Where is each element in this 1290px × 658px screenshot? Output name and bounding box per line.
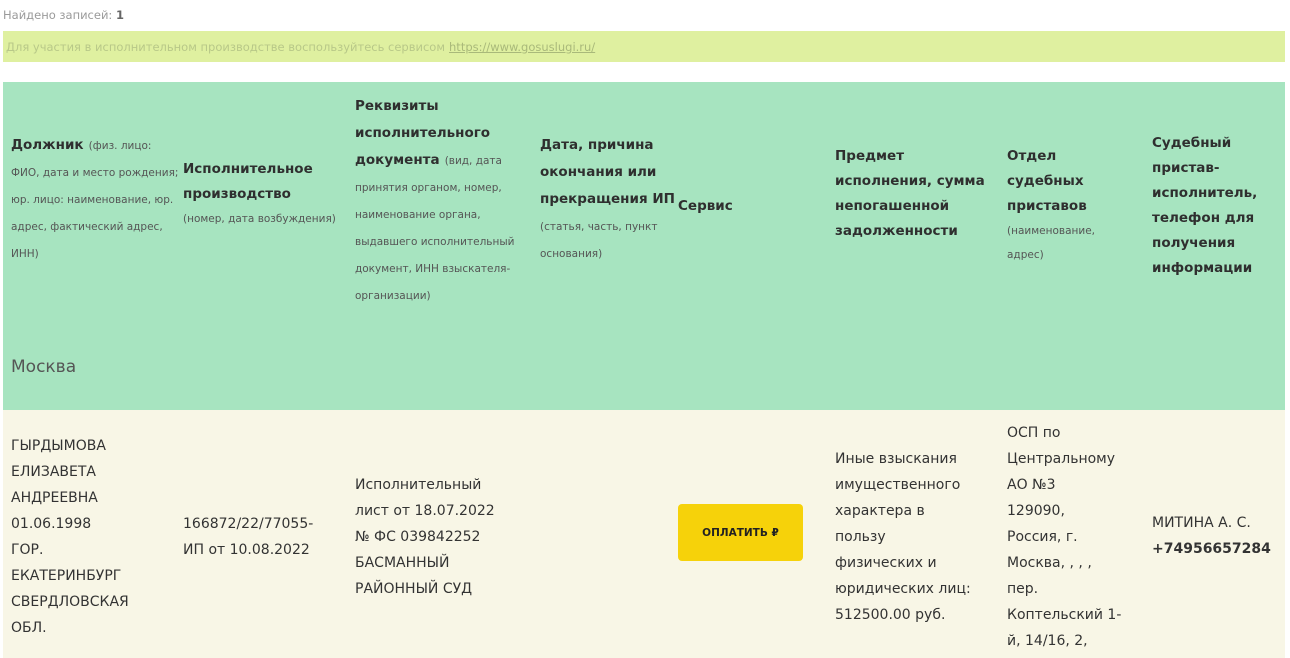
- debtor-line: ГЫРДЫМОВА: [11, 438, 106, 454]
- header-proceeding: Исполнительное производство (номер, дата…: [183, 157, 343, 231]
- document-line: Исполнительный: [355, 477, 482, 493]
- subject-line: характера в: [835, 503, 925, 519]
- document-cell: Исполнительный лист от 18.07.2022 № ФС 0…: [355, 472, 530, 602]
- department-line: АО №3: [1007, 477, 1056, 493]
- header-debtor-sub: (физ. лицо: ФИО, дата и место рождения; …: [11, 140, 179, 260]
- document-line: РАЙОННЫЙ СУД: [355, 581, 473, 597]
- header-end: Дата, причина окончания или прекращения …: [540, 131, 675, 266]
- header-debtor: Должник (физ. лицо: ФИО, дата и место ро…: [11, 131, 181, 266]
- subject-line: Иные взыскания: [835, 451, 957, 467]
- region-label: Москва: [11, 357, 77, 377]
- debtor-cell: ГЫРДЫМОВА ЕЛИЗАВЕТА АНДРЕЕВНА 01.06.1998…: [11, 433, 171, 641]
- subject-line: пользу: [835, 529, 886, 545]
- found-count: 1: [115, 8, 124, 22]
- subject-line: имущественного: [835, 477, 961, 493]
- document-line: № ФС 039842252: [355, 529, 481, 545]
- subject-line: физических и: [835, 555, 937, 571]
- header-proceeding-title: Исполнительное производство: [183, 161, 313, 202]
- debtor-line: ГОР.: [11, 542, 44, 558]
- header-service: Сервис: [678, 198, 733, 214]
- header-department: Отдел судебных приставов (наименование, …: [1007, 144, 1127, 267]
- header-end-sub: (статья, часть, пункт основания): [540, 221, 658, 260]
- gosuslugi-notice: Для участия в исполнительном производств…: [3, 31, 1285, 62]
- header-bailiff: Судебный пристав-исполнитель, телефон дл…: [1152, 135, 1258, 276]
- department-line: Россия, г.: [1007, 529, 1078, 545]
- debtor-line: ОБЛ.: [11, 620, 47, 636]
- gosuslugi-link[interactable]: https://www.gosuslugi.ru/: [449, 40, 595, 54]
- header-document: Реквизиты исполнительного документа (вид…: [355, 92, 535, 308]
- header-document-sub: (вид, дата принятия органом, номер, наим…: [355, 155, 515, 302]
- department-line: ОСП по: [1007, 425, 1061, 441]
- department-line: Москва, , , ,: [1007, 555, 1092, 571]
- header-department-sub: (наименование, адрес): [1007, 225, 1095, 261]
- debtor-line: СВЕРДЛОВСКАЯ: [11, 594, 129, 610]
- bailiff-cell: МИТИНА А. С. +74956657284: [1152, 510, 1287, 562]
- document-line: БАСМАННЫЙ: [355, 555, 450, 571]
- proceeding-cell: 166872/22/77055- ИП от 10.08.2022: [183, 511, 348, 563]
- department-line: пер.: [1007, 581, 1039, 597]
- found-count-text: Найдено записей: 1: [3, 8, 124, 22]
- debtor-line: ЕЛИЗАВЕТА: [11, 464, 96, 480]
- proceeding-number: 166872/22/77055-: [183, 516, 314, 532]
- department-line: Центральному: [1007, 451, 1116, 467]
- subject-cell: Иные взыскания имущественного характера …: [835, 446, 1000, 628]
- header-end-title: Дата, причина окончания или прекращения …: [540, 137, 675, 207]
- debtor-line: 01.06.1998: [11, 516, 92, 532]
- notice-text: Для участия в исполнительном производств…: [6, 39, 446, 54]
- pay-button[interactable]: ОПЛАТИТЬ ₽: [678, 504, 803, 561]
- header-department-title: Отдел судебных приставов: [1007, 148, 1087, 214]
- debtor-line: ЕКАТЕРИНБУРГ: [11, 568, 122, 584]
- debtor-line: АНДРЕЕВНА: [11, 490, 98, 506]
- proceeding-date: ИП от 10.08.2022: [183, 542, 310, 558]
- document-line: лист от 18.07.2022: [355, 503, 495, 519]
- department-line: 129090,: [1007, 503, 1065, 519]
- department-line: Коптельский 1-: [1007, 607, 1122, 623]
- department-line: й, 14/16, 2,: [1007, 633, 1088, 649]
- subject-line: юридических лиц:: [835, 581, 971, 597]
- bailiff-name: МИТИНА А. С.: [1152, 515, 1251, 531]
- subject-amount: 512500.00 руб.: [835, 607, 946, 623]
- header-proceeding-sub: (номер, дата возбуждения): [183, 213, 336, 225]
- bailiff-phone[interactable]: +74956657284: [1152, 536, 1287, 562]
- department-cell: ОСП по Центральному АО №3 129090, Россия…: [1007, 420, 1145, 654]
- found-label: Найдено записей:: [3, 8, 113, 22]
- header-subject: Предмет исполнения, сумма непогашенной з…: [835, 148, 985, 239]
- header-debtor-title: Должник: [11, 137, 84, 153]
